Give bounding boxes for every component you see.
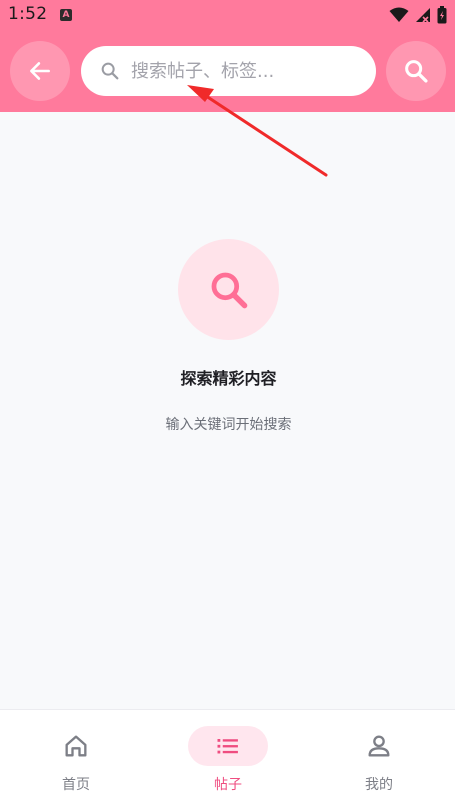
app-screen: 1:52 A 搜索帖子、标签... 探索精彩内容 输入关键词开始搜索 首页 帖子… <box>0 0 455 812</box>
annotation-arrow <box>187 85 328 177</box>
nav-label: 帖子 <box>214 777 242 793</box>
arrow-left-icon <box>30 62 50 80</box>
empty-state-subtitle: 输入关键词开始搜索 <box>165 417 292 433</box>
wifi-icon <box>389 7 409 22</box>
person-icon <box>368 735 390 757</box>
search-icon <box>101 62 119 80</box>
status-bar: 1:52 A <box>0 0 455 30</box>
nav-item-posts[interactable]: 帖子 <box>152 710 304 812</box>
bottom-navigation: 首页 帖子 我的 <box>0 709 455 812</box>
search-input[interactable] <box>131 46 361 96</box>
nav-item-me[interactable]: 我的 <box>303 710 455 812</box>
list-icon <box>217 739 238 754</box>
search-icon <box>405 60 428 83</box>
status-indicators <box>389 5 447 25</box>
header-bar: 1:52 A <box>0 0 455 112</box>
nav-label: 我的 <box>365 777 393 793</box>
home-icon <box>65 735 87 757</box>
back-button[interactable] <box>10 41 70 101</box>
search-field[interactable] <box>81 46 376 96</box>
search-submit-button[interactable] <box>386 41 446 101</box>
battery-icon <box>437 6 447 24</box>
empty-state-title: 探索精彩内容 <box>180 369 277 388</box>
signal-icon <box>416 8 430 23</box>
status-time: 1:52 <box>8 4 48 24</box>
empty-state-illustration <box>178 239 279 340</box>
nav-label: 首页 <box>62 777 90 793</box>
search-icon <box>211 272 247 308</box>
nav-item-home[interactable]: 首页 <box>0 710 152 812</box>
notification-app-icon: A <box>60 9 72 21</box>
